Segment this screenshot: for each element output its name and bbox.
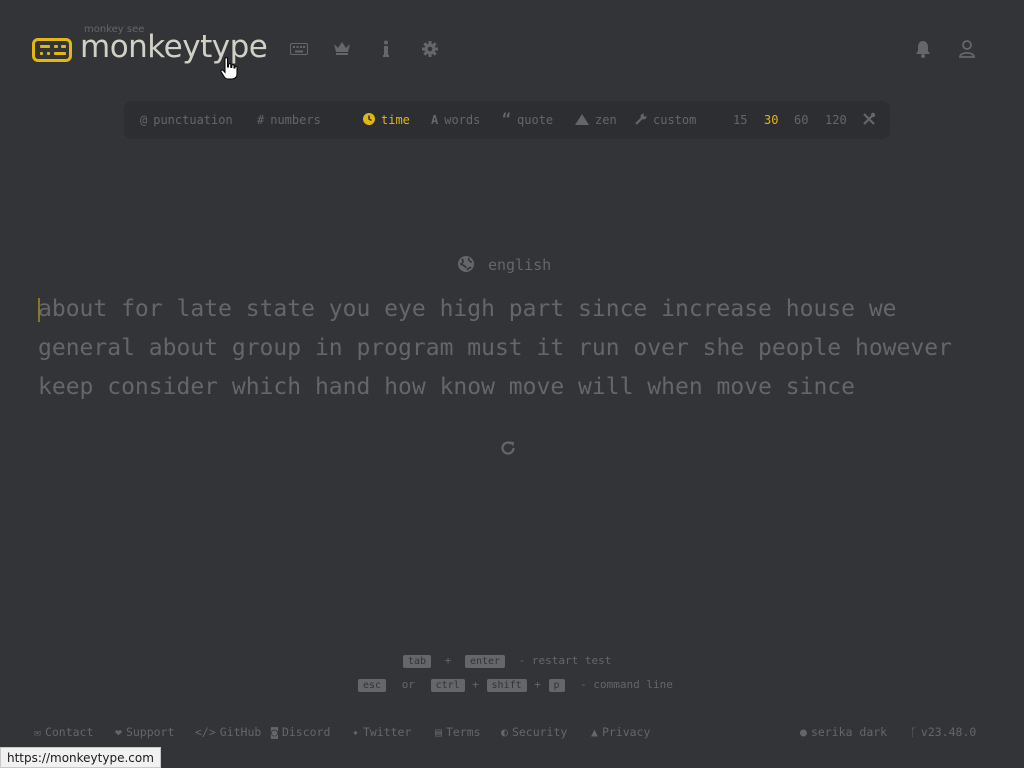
globe-icon [458,256,488,274]
footer-version-link[interactable]: ᚴ v23.48.0 [910,725,976,739]
footer-link-label: Contact [44,725,94,739]
footer-support-link[interactable]: ❤ Support [115,725,174,739]
mode-words-label: words [444,113,481,127]
key-esc: esc [358,679,387,692]
command-hint-text: - command line [580,678,673,691]
key-p: p [548,679,565,692]
custom-duration-tools-icon[interactable] [862,112,876,128]
mode-zen-button[interactable]: zen [575,112,617,128]
font-icon: A [431,113,439,127]
link-preview-status: https://monkeytype.com [0,747,161,768]
footer-security-link[interactable]: ◐ Security [501,725,567,739]
key-ctrl: ctrl [430,679,465,692]
footer-privacy-link[interactable]: ▲ Privacy [591,725,650,739]
restart-hint: tab + enter - restart test [403,654,611,668]
shield-icon: ◐ [501,725,508,739]
duration-60-button[interactable]: 60 [794,112,808,128]
footer-link-label: GitHub [219,725,262,739]
logo-key-bar [54,45,58,48]
mode-time-button[interactable]: time [363,112,410,128]
mode-words-button[interactable]: Awords [431,112,480,128]
footer-terms-link[interactable]: ▤ Terms [435,725,481,739]
hand-cursor-icon [220,57,238,81]
bell-icon[interactable] [912,40,934,63]
palette-icon: ● [800,725,807,739]
logo-key-bar [47,52,50,55]
code-branch-icon: ᚴ [910,725,917,739]
hash-icon: # [257,113,265,127]
punctuation-label: punctuation [153,113,233,127]
duration-120-button[interactable]: 120 [825,112,847,128]
mountain-icon [575,112,589,128]
logo-key-bar [40,45,50,48]
restart-icon[interactable] [498,439,518,459]
quote-icon: “ [502,110,512,128]
restart-hint-text: - restart test [518,654,612,667]
mode-custom-label: custom [653,113,697,127]
key-enter: enter [464,655,506,668]
footer-twitter-link[interactable]: ✦ Twitter [352,725,411,739]
plus-sign: + [534,678,541,691]
words-line: general about group in program must it r… [38,335,952,361]
info-icon[interactable] [375,40,397,63]
footer-link-label: Terms [445,725,481,739]
envelope-icon: ✉ [34,725,41,739]
clock-icon [363,112,375,128]
logo-key-bar [40,52,43,55]
logo-icon[interactable] [32,38,72,62]
footer-discord-link[interactable]: ◙ Discord [271,725,330,739]
footer-link-label: Twitter [362,725,412,739]
words-line: keep consider which hand how know move w… [38,374,855,400]
code-icon: </> [195,725,216,739]
language-selector[interactable]: english [458,255,551,275]
theme-name: serika dark [810,725,888,739]
numbers-toggle[interactable]: # numbers [257,112,321,128]
document-icon: ▤ [435,725,442,739]
language-label: english [488,256,552,274]
lock-icon: ▲ [591,725,598,739]
user-icon[interactable] [956,40,978,63]
key-tab: tab [403,655,432,668]
discord-icon: ◙ [271,725,278,739]
version-label: v23.48.0 [920,725,977,739]
mode-time-label: time [381,113,410,127]
punctuation-toggle[interactable]: @ punctuation [140,112,233,128]
logo-key-bar [54,52,66,55]
duration-15-button[interactable]: 15 [733,112,747,128]
duration-30-button[interactable]: 30 [764,112,778,128]
plus-sign: + [444,654,452,667]
at-icon: @ [140,113,148,127]
footer-link-label: Support [125,725,175,739]
logo-text[interactable]: monkeytype [80,27,268,67]
footer-link-label: Discord [281,725,331,739]
words-line: about for late state you eye high part s… [38,296,897,322]
footer-github-link[interactable]: </> GitHub [195,725,261,739]
typing-caret [38,298,40,322]
key-shift: shift [486,679,527,692]
footer-link-label: Privacy [601,725,651,739]
mode-quote-label: quote [517,113,554,127]
wrench-icon [635,112,647,128]
plus-sign: + [472,678,479,691]
footer-theme-button[interactable]: ● serika dark [800,725,887,739]
words-area[interactable]: about for late state you eye high part s… [38,290,988,407]
gear-icon[interactable] [419,40,441,63]
mode-quote-button[interactable]: “ quote [502,112,553,128]
footer-contact-link[interactable]: ✉ Contact [34,725,93,739]
keyboard-icon[interactable] [288,40,310,60]
or-text: or [401,678,415,691]
mode-zen-label: zen [595,113,617,127]
twitter-icon: ✦ [352,725,359,739]
command-line-hint: esc or ctrl + shift + p - command line [358,678,673,692]
donate-icon: ❤ [115,725,122,739]
numbers-label: numbers [270,113,321,127]
crown-icon[interactable] [331,40,353,61]
mode-custom-button[interactable]: custom [635,112,696,128]
logo-key-bar [61,45,66,48]
footer-link-label: Security [511,725,568,739]
